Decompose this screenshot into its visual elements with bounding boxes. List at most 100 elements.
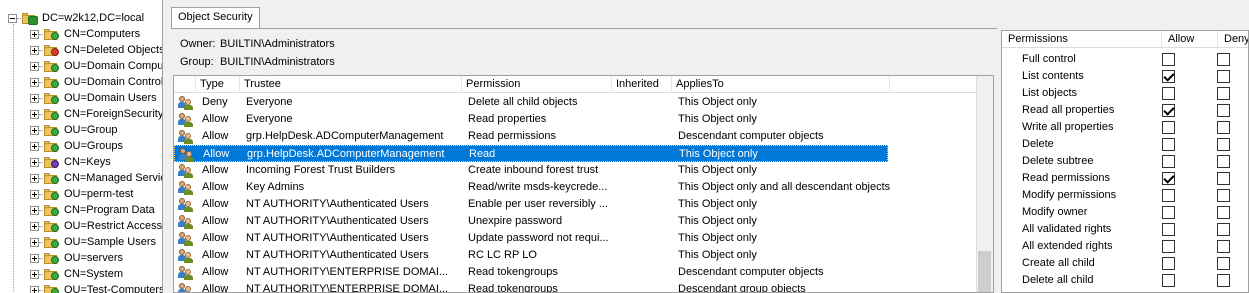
tree-node[interactable]: OU=perm-test: [30, 186, 133, 202]
tree-node[interactable]: CN=ForeignSecurityP: [30, 106, 162, 122]
tree-node-label: OU=servers: [64, 252, 123, 264]
ace-grid[interactable]: Type Trustee Permission Inherited Applie…: [173, 75, 994, 293]
cell-type: Allow: [202, 181, 229, 193]
tree-node[interactable]: OU=Domain Users: [30, 90, 157, 106]
deny-checkbox[interactable]: [1217, 138, 1230, 151]
allow-checkbox[interactable]: [1162, 53, 1175, 66]
tree-node[interactable]: CN=System: [30, 266, 123, 282]
expand-icon[interactable]: [30, 253, 39, 263]
allow-checkbox[interactable]: [1162, 104, 1175, 117]
ad-tree-panel[interactable]: DC=w2k12,DC=local CN=Computers CN=Deleted…: [0, 0, 163, 293]
expand-icon[interactable]: [30, 125, 39, 135]
allow-checkbox[interactable]: [1162, 274, 1175, 287]
column-header-permissions: Permissions: [1002, 31, 1162, 48]
tree-node[interactable]: CN=Computers: [30, 26, 140, 42]
scrollbar-thumb[interactable]: [978, 251, 991, 292]
ace-row-selected[interactable]: Allow grp.HelpDesk.ADComputerManagement Re…: [174, 145, 888, 162]
allow-checkbox[interactable]: [1162, 189, 1175, 202]
tree-root-node[interactable]: DC=w2k12,DC=local: [8, 10, 144, 26]
cell-trustee: NT AUTHORITY\Authenticated Users: [246, 198, 429, 210]
cell-inherited: [612, 162, 672, 179]
column-header-permission[interactable]: Permission: [462, 76, 612, 93]
tree-node[interactable]: OU=servers: [30, 250, 123, 266]
expand-icon[interactable]: [30, 77, 39, 87]
deny-checkbox[interactable]: [1217, 240, 1230, 253]
tree-node[interactable]: CN=Program Data: [30, 202, 155, 218]
column-header-inherited[interactable]: Inherited: [612, 76, 672, 93]
column-header-trustee[interactable]: Trustee: [240, 76, 462, 93]
grid-vertical-scrollbar[interactable]: [976, 76, 993, 292]
allow-checkbox[interactable]: [1162, 223, 1175, 236]
ace-row[interactable]: Allow Incoming Forest Trust Builders Creat…: [174, 162, 888, 179]
deny-checkbox[interactable]: [1217, 172, 1230, 185]
allow-checkbox[interactable]: [1162, 87, 1175, 100]
tree-node[interactable]: CN=Keys: [30, 154, 111, 170]
cell-type: Allow: [202, 249, 229, 261]
expand-icon[interactable]: [30, 205, 39, 215]
allow-checkbox[interactable]: [1162, 155, 1175, 168]
cell-type: Allow: [202, 198, 229, 210]
expand-icon[interactable]: [30, 237, 39, 247]
expand-icon[interactable]: [30, 29, 39, 39]
expand-icon[interactable]: [30, 285, 39, 293]
expand-icon[interactable]: [30, 109, 39, 119]
ace-row[interactable]: Allow grp.HelpDesk.ADComputerManagement Re…: [174, 128, 888, 145]
tree-node[interactable]: OU=Domain Comput: [30, 58, 162, 74]
deny-checkbox[interactable]: [1217, 206, 1230, 219]
container-icon: [44, 284, 60, 293]
expand-icon[interactable]: [30, 189, 39, 199]
tree-node[interactable]: OU=Test-Computers: [30, 282, 162, 293]
permission-row: Create all child: [1002, 255, 1248, 272]
expand-icon[interactable]: [30, 173, 39, 183]
ace-row[interactable]: Allow NT AUTHORITY\Authenticated Users Une…: [174, 213, 888, 230]
deny-checkbox[interactable]: [1217, 87, 1230, 100]
ace-row[interactable]: Allow NT AUTHORITY\Authenticated Users Ena…: [174, 196, 888, 213]
ace-row[interactable]: Allow NT AUTHORITY\ENTERPRISE DOMAI... Rea…: [174, 264, 888, 281]
tree-node[interactable]: OU=Group: [30, 122, 118, 138]
tab-object-security[interactable]: Object Security: [171, 7, 260, 29]
permission-name: Delete all child: [1022, 274, 1094, 286]
expand-icon[interactable]: [30, 157, 39, 167]
tree-node[interactable]: CN=Deleted Objects: [30, 42, 162, 58]
deny-checkbox[interactable]: [1217, 257, 1230, 270]
expand-icon[interactable]: [30, 141, 39, 151]
tree-node[interactable]: OU=Domain Controlle: [30, 74, 162, 90]
allow-checkbox[interactable]: [1162, 121, 1175, 134]
deny-checkbox[interactable]: [1217, 189, 1230, 202]
expand-icon[interactable]: [30, 45, 39, 55]
deny-checkbox[interactable]: [1217, 121, 1230, 134]
grid-header-icon-col: [174, 76, 196, 93]
permission-name: List contents: [1022, 70, 1084, 82]
container-icon: [44, 60, 60, 73]
allow-checkbox[interactable]: [1162, 206, 1175, 219]
allow-checkbox[interactable]: [1162, 240, 1175, 253]
column-header-appliesto[interactable]: AppliesTo: [672, 76, 890, 93]
ace-row[interactable]: Allow NT AUTHORITY\Authenticated Users RC …: [174, 247, 888, 264]
ace-row[interactable]: Deny Everyone Delete all child objects This…: [174, 94, 888, 111]
ace-row[interactable]: Allow NT AUTHORITY\ENTERPRISE DOMAI... Rea…: [174, 281, 888, 292]
allow-checkbox[interactable]: [1162, 172, 1175, 185]
deny-checkbox[interactable]: [1217, 104, 1230, 117]
ace-row[interactable]: Allow Everyone Read properties This Object …: [174, 111, 888, 128]
tree-node[interactable]: CN=Managed Servic: [30, 170, 162, 186]
tree-node[interactable]: OU=Groups: [30, 138, 123, 154]
ace-row[interactable]: Allow Key Admins Read/write msds-keycrede.…: [174, 179, 890, 196]
tree-node[interactable]: OU=Restrict Access: [30, 218, 162, 234]
deny-checkbox[interactable]: [1217, 274, 1230, 287]
expand-icon[interactable]: [30, 93, 39, 103]
allow-checkbox[interactable]: [1162, 70, 1175, 83]
expand-icon[interactable]: [30, 221, 39, 231]
ace-row[interactable]: Allow NT AUTHORITY\Authenticated Users Upd…: [174, 230, 888, 247]
allow-checkbox[interactable]: [1162, 257, 1175, 270]
user-group-icon: [178, 112, 194, 127]
deny-checkbox[interactable]: [1217, 70, 1230, 83]
tree-node[interactable]: OU=Sample Users: [30, 234, 156, 250]
deny-checkbox[interactable]: [1217, 155, 1230, 168]
deny-checkbox[interactable]: [1217, 223, 1230, 236]
expand-icon[interactable]: [30, 61, 39, 71]
allow-checkbox[interactable]: [1162, 138, 1175, 151]
collapse-icon[interactable]: [8, 13, 17, 23]
deny-checkbox[interactable]: [1217, 53, 1230, 66]
expand-icon[interactable]: [30, 269, 39, 279]
column-header-type[interactable]: Type: [196, 76, 240, 93]
